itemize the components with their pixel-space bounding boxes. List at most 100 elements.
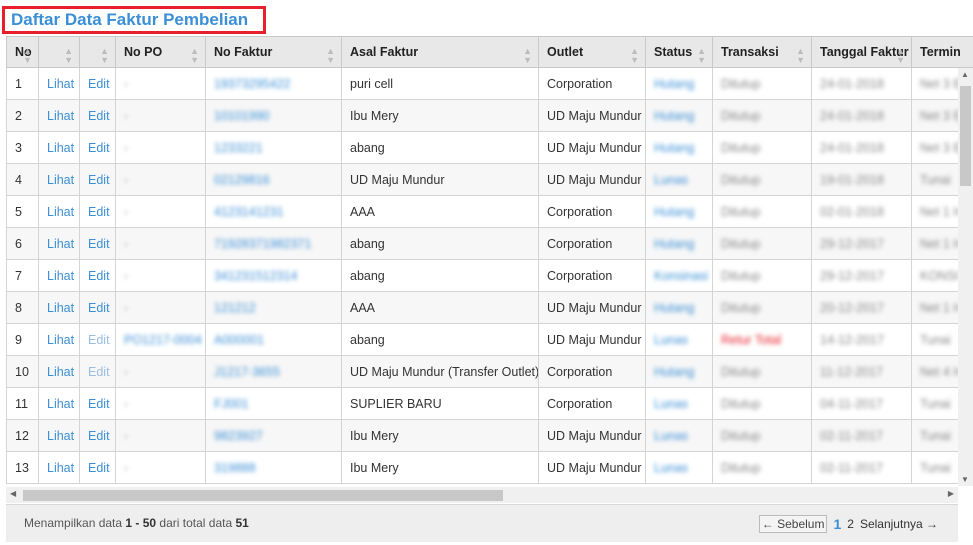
view-link[interactable]: Lihat bbox=[47, 397, 74, 411]
invoice-date: 04-11-2017 bbox=[820, 396, 884, 411]
column-header-tanggal-faktur[interactable]: Tanggal Faktur ▲ ▼ bbox=[811, 36, 912, 68]
column-header-edit[interactable]: ▲ ▼ bbox=[79, 36, 116, 68]
edit-link[interactable]: Edit bbox=[88, 365, 110, 379]
cell-edit-link: Edit bbox=[79, 67, 116, 100]
page-link[interactable]: 2 bbox=[847, 517, 854, 531]
invoice-number-link[interactable]: 10101990 bbox=[214, 109, 270, 123]
invoice-table-viewport: No ▲ ▼ ▲ ▼ ▲ ▼ No PO ▲ ▼ No Faktur ▲ ▼ Asal Fakt… bbox=[6, 36, 973, 486]
view-link[interactable]: Lihat bbox=[47, 461, 74, 475]
view-link[interactable]: Lihat bbox=[47, 269, 74, 283]
view-link[interactable]: Lihat bbox=[47, 173, 74, 187]
scroll-right-arrow-icon[interactable]: ▶ bbox=[948, 489, 954, 498]
invoice-date: 24-01-2018 bbox=[820, 140, 884, 155]
cell-invoice-date: 11-12-2017 bbox=[811, 355, 912, 388]
cell-po-number: - bbox=[115, 259, 206, 292]
view-link[interactable]: Lihat bbox=[47, 237, 74, 251]
invoice-number-link[interactable]: 02129816 bbox=[214, 173, 270, 187]
column-header-no-faktur[interactable]: No Faktur ▲ ▼ bbox=[205, 36, 342, 68]
cell-status-text: Lunas bbox=[645, 323, 713, 356]
column-header-no-po[interactable]: No PO ▲ ▼ bbox=[115, 36, 206, 68]
horizontal-scrollbar[interactable]: ◀ ▶ bbox=[6, 487, 958, 503]
status-text: Hutang bbox=[654, 300, 695, 315]
edit-link[interactable]: Edit bbox=[88, 429, 110, 443]
table-row: 1 Lihat Edit - 19373295422 puri cell Corporati… bbox=[6, 67, 973, 100]
cell-invoice-source: abang bbox=[341, 323, 539, 356]
page-title: Daftar Data Faktur Pembelian bbox=[11, 10, 249, 29]
transaction-status: Ditutup bbox=[721, 108, 761, 123]
column-header-asal-faktur[interactable]: Asal Faktur ▲ ▼ bbox=[341, 36, 539, 68]
view-link[interactable]: Lihat bbox=[47, 429, 74, 443]
edit-link[interactable]: Edit bbox=[88, 461, 110, 475]
table-row: 2 Lihat Edit - 10101990 Ibu Mery UD Maju Mundu… bbox=[6, 99, 973, 132]
po-number: PO1217-0004 bbox=[124, 332, 202, 347]
column-header-no[interactable]: No ▲ ▼ bbox=[6, 36, 39, 68]
column-header-transaksi[interactable]: Transaksi ▲ ▼ bbox=[712, 36, 812, 68]
cell-invoice-source: AAA bbox=[341, 291, 539, 324]
edit-link[interactable]: Edit bbox=[88, 237, 110, 251]
invoice-source: Ibu Mery bbox=[350, 428, 399, 443]
status-text: Hutang bbox=[654, 140, 695, 155]
view-link[interactable]: Lihat bbox=[47, 109, 74, 123]
edit-link[interactable]: Edit bbox=[88, 141, 110, 155]
scroll-down-arrow-icon[interactable]: ▼ bbox=[961, 475, 969, 484]
column-header-view[interactable]: ▲ ▼ bbox=[38, 36, 80, 68]
next-page-button[interactable]: Selanjutnya → bbox=[860, 517, 938, 531]
page-link-current[interactable]: 1 bbox=[833, 516, 841, 532]
transaction-status: Ditutup bbox=[721, 428, 761, 443]
status-text: Hutang bbox=[654, 108, 695, 123]
status-text: Lunas bbox=[654, 460, 689, 475]
edit-link[interactable]: Edit bbox=[88, 77, 110, 91]
invoice-number-link[interactable]: 9823927 bbox=[214, 429, 263, 443]
invoice-number-link[interactable]: 341231512314 bbox=[214, 269, 297, 283]
edit-link[interactable]: Edit bbox=[88, 109, 110, 123]
edit-link[interactable]: Edit bbox=[88, 173, 110, 187]
scroll-up-arrow-icon[interactable]: ▲ bbox=[961, 70, 969, 79]
cell-outlet-name: UD Maju Mundur bbox=[538, 451, 646, 484]
cell-status-text: Konsinasi bbox=[645, 259, 713, 292]
column-header-outlet[interactable]: Outlet ▲ ▼ bbox=[538, 36, 646, 68]
cell-invoice-date: 29-12-2017 bbox=[811, 259, 912, 292]
cell-status-text: Hutang bbox=[645, 131, 713, 164]
invoice-number-link[interactable]: 121212 bbox=[214, 301, 256, 315]
status-text: Hutang bbox=[654, 76, 695, 91]
pagination-info: Menampilkan data 1 - 50 dari total data … bbox=[24, 516, 249, 530]
invoice-number-link[interactable]: 71928371982371 bbox=[214, 237, 311, 251]
view-link[interactable]: Lihat bbox=[47, 301, 74, 315]
view-link[interactable]: Lihat bbox=[47, 205, 74, 219]
scroll-left-arrow-icon[interactable]: ◀ bbox=[10, 489, 16, 498]
po-number: - bbox=[124, 460, 129, 475]
edit-link[interactable]: Edit bbox=[88, 205, 110, 219]
invoice-number-link[interactable]: J1217-3655 bbox=[214, 365, 280, 379]
horizontal-scroll-thumb[interactable] bbox=[23, 490, 503, 501]
invoice-number-link[interactable]: 4123141231 bbox=[214, 205, 284, 219]
cell-po-number: - bbox=[115, 131, 206, 164]
invoice-number-link[interactable]: 1233221 bbox=[214, 141, 263, 155]
invoice-source: abang bbox=[350, 140, 385, 155]
vertical-scrollbar[interactable]: ▲ ▼ bbox=[958, 68, 973, 486]
payment-term: Tunai bbox=[920, 396, 951, 411]
column-header-termin[interactable]: Termin bbox=[911, 36, 973, 68]
column-header-status[interactable]: Status ▲ ▼ bbox=[645, 36, 713, 68]
invoice-number-link[interactable]: A000001 bbox=[214, 333, 264, 347]
edit-link[interactable]: Edit bbox=[88, 397, 110, 411]
payment-term: Net 1 H bbox=[920, 300, 963, 315]
cell-row-number: 13 bbox=[6, 451, 39, 484]
cell-invoice-number-link: J1217-3655 bbox=[205, 355, 342, 388]
cell-invoice-date: 20-12-2017 bbox=[811, 291, 912, 324]
edit-link[interactable]: Edit bbox=[88, 269, 110, 283]
previous-page-button[interactable]: ← Sebelum bbox=[758, 515, 828, 533]
vertical-scroll-thumb[interactable] bbox=[960, 86, 971, 186]
edit-link[interactable]: Edit bbox=[88, 301, 110, 315]
invoice-number-link[interactable]: FJ001 bbox=[214, 397, 249, 411]
cell-outlet-name: Corporation bbox=[538, 67, 646, 100]
cell-po-number: - bbox=[115, 67, 206, 100]
cell-outlet-name: UD Maju Mundur bbox=[538, 323, 646, 356]
view-link[interactable]: Lihat bbox=[47, 333, 74, 347]
edit-link[interactable]: Edit bbox=[88, 333, 110, 347]
invoice-number-link[interactable]: 319888 bbox=[214, 461, 256, 475]
invoice-number-link[interactable]: 19373295422 bbox=[214, 77, 290, 91]
view-link[interactable]: Lihat bbox=[47, 141, 74, 155]
view-link[interactable]: Lihat bbox=[47, 77, 74, 91]
view-link[interactable]: Lihat bbox=[47, 365, 74, 379]
cell-invoice-number-link: 19373295422 bbox=[205, 67, 342, 100]
